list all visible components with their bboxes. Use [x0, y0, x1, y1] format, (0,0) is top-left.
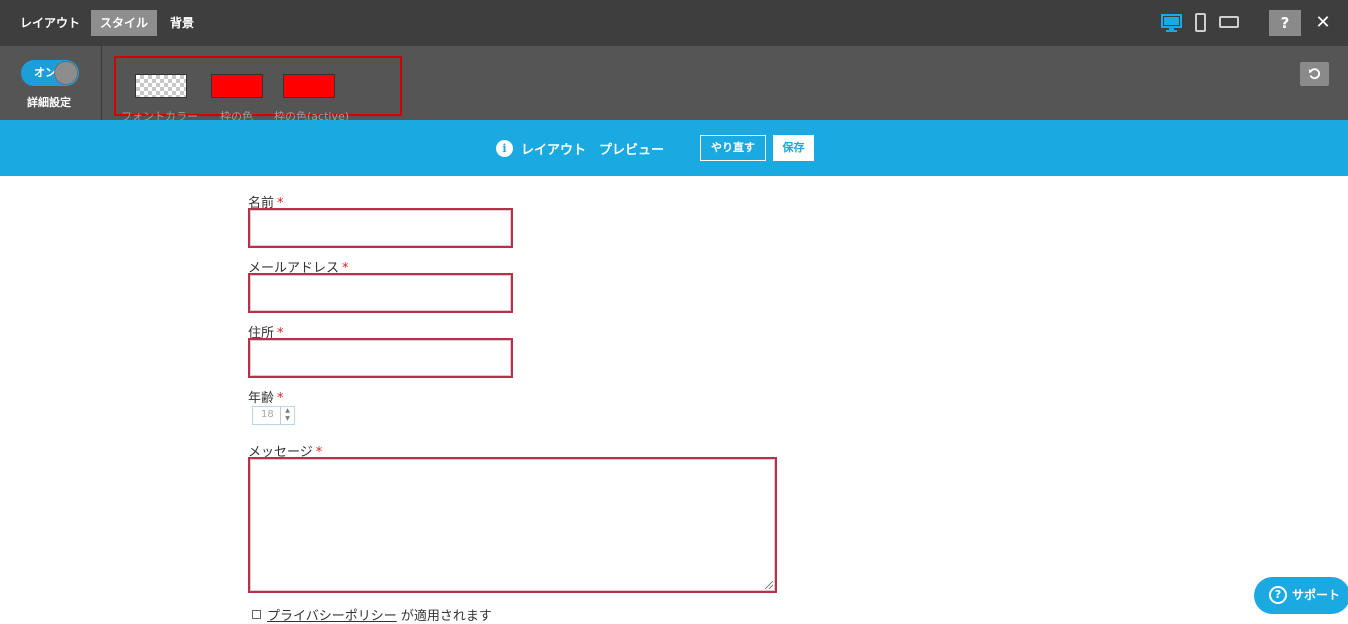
address-input[interactable]	[248, 338, 513, 378]
advanced-settings-label: 詳細設定	[27, 96, 71, 109]
border-active-color-swatch[interactable]	[283, 74, 335, 98]
close-button[interactable]: ✕	[1313, 10, 1333, 36]
border-color-swatch[interactable]	[211, 74, 263, 98]
spin-up-icon[interactable]: ▲	[281, 407, 294, 415]
age-label: 年齢 *	[248, 387, 284, 406]
email-input[interactable]	[248, 273, 513, 313]
redo-button[interactable]: やり直す	[700, 135, 766, 161]
desktop-icon[interactable]	[1161, 14, 1182, 32]
help-button[interactable]: ?	[1269, 10, 1301, 36]
resize-grip-icon[interactable]	[765, 581, 773, 589]
reset-button[interactable]	[1300, 62, 1329, 86]
support-button[interactable]: ? サポート	[1254, 577, 1348, 614]
style-settings-bar: オン 詳細設定 フォントカラー 枠の色 枠の色(active)	[0, 46, 1348, 123]
preview-title: レイアウト プレビュー	[521, 143, 665, 158]
privacy-checkbox[interactable]	[252, 610, 261, 619]
tab-style[interactable]: スタイル	[91, 10, 158, 36]
privacy-suffix: が適用されます	[396, 609, 492, 624]
color-settings-group: フォントカラー 枠の色 枠の色(active)	[114, 56, 402, 123]
age-label-text: 年齢	[248, 391, 275, 406]
divider	[101, 46, 102, 120]
top-toolbar: レイアウト スタイル 背景 ? ✕	[0, 0, 1348, 46]
age-value: 18	[261, 409, 274, 420]
privacy-policy-link[interactable]: プライバシーポリシー	[267, 609, 397, 624]
tablet-icon[interactable]	[1219, 16, 1239, 28]
preview-bar: i レイアウト プレビュー やり直す 保存	[0, 120, 1348, 176]
question-circle-icon: ?	[1269, 586, 1287, 604]
tab-background[interactable]: 背景	[170, 10, 194, 36]
required-mark: *	[277, 391, 284, 406]
toggle-label: オン	[34, 66, 56, 79]
name-input[interactable]	[248, 208, 513, 248]
spin-down-icon[interactable]: ▼	[281, 415, 294, 423]
age-number-input[interactable]: 18 ▲ ▼	[252, 406, 295, 425]
refresh-icon	[1309, 68, 1320, 80]
support-label: サポート	[1292, 588, 1341, 602]
advanced-settings-toggle[interactable]: オン	[21, 60, 79, 86]
age-spinner[interactable]: ▲ ▼	[280, 407, 294, 424]
message-textarea[interactable]	[248, 457, 777, 593]
font-color-swatch[interactable]	[135, 74, 187, 98]
info-icon: i	[496, 140, 513, 157]
tab-layout[interactable]: レイアウト	[20, 10, 80, 36]
privacy-consent: プライバシーポリシー が適用されます	[252, 605, 492, 624]
save-button[interactable]: 保存	[773, 135, 814, 161]
mobile-icon[interactable]	[1195, 13, 1206, 32]
toggle-knob	[54, 61, 78, 85]
